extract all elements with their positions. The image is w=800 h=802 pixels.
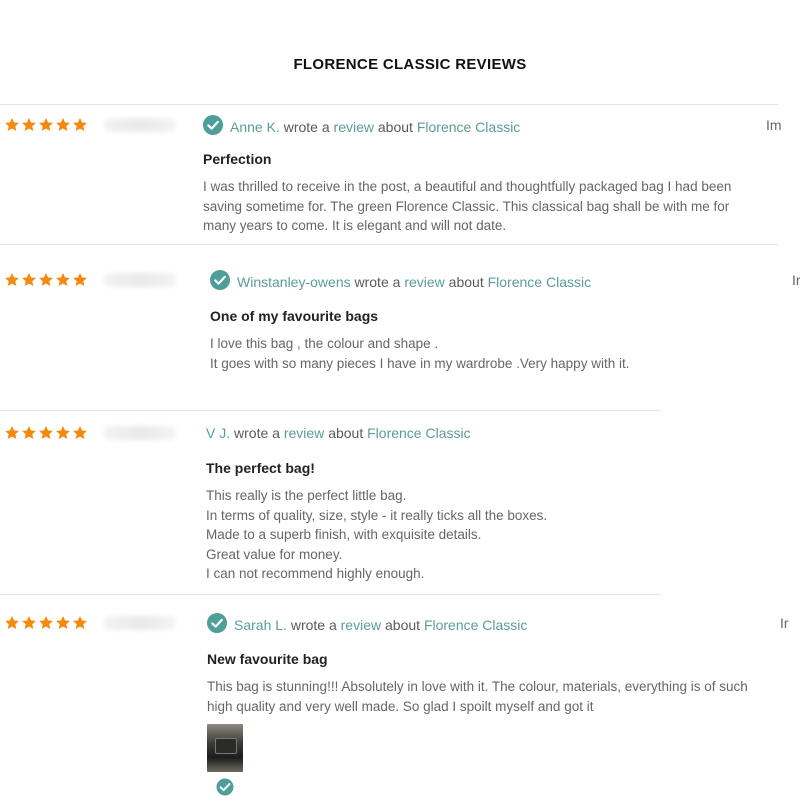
review-body: I love this bag , the colour and shape .… [210, 334, 629, 373]
truncated-text: Ir [792, 272, 800, 288]
review-header: Sarah L. wrote a review about Florence C… [207, 613, 527, 636]
review-body-line: many years to come. It is elegant and wi… [203, 218, 507, 233]
star-icon [56, 273, 70, 286]
star-icon [56, 616, 70, 629]
star-rating [4, 425, 88, 441]
star-icon [5, 273, 19, 286]
review-link[interactable]: review [334, 119, 374, 135]
about-text: about [328, 425, 364, 441]
star-icon [22, 118, 36, 131]
verified-check-icon [207, 613, 227, 636]
star-icon [73, 273, 87, 286]
wrote-text: wrote a [234, 425, 280, 441]
product-link[interactable]: Florence Classic [488, 274, 591, 290]
star-icon [73, 616, 87, 629]
wrote-text: wrote a [354, 273, 401, 290]
reviewer-name-link[interactable]: Anne K. [230, 119, 280, 135]
page-title: FLORENCE CLASSIC REVIEWS [293, 56, 527, 73]
truncated-text: Ir [780, 615, 789, 631]
wrote-text: wrote a [283, 118, 330, 135]
divider [0, 104, 778, 105]
star-icon [22, 616, 36, 629]
review-body-line: Great value for money. [206, 546, 343, 562]
star-icon [39, 118, 53, 131]
review-body-line: It goes with so many pieces I have in my… [210, 355, 630, 371]
about-text: about [448, 273, 484, 290]
review-body-line: saving sometime for. The green Florence … [203, 198, 730, 214]
review-title: Perfection [203, 151, 272, 167]
review-body: I was thrilled to receive in the post, a… [203, 177, 731, 236]
star-icon [56, 426, 70, 439]
star-icon [73, 118, 87, 131]
review-body-line: I love this bag , the colour and shape . [210, 336, 439, 351]
review-header: Anne K. wrote a review about Florence Cl… [203, 115, 520, 138]
verified-check-icon [210, 270, 230, 293]
review-body-line: high quality and very well made. So glad… [207, 698, 594, 714]
star-icon [5, 426, 19, 439]
reviewer-name-link[interactable]: V J. [206, 425, 230, 441]
wrote-text: wrote a [290, 616, 337, 633]
blurred-date [104, 616, 176, 630]
blurred-date [104, 426, 176, 440]
review-title: New favourite bag [207, 651, 328, 667]
star-rating [4, 272, 88, 288]
review-title: The perfect bag! [206, 460, 315, 476]
review-body-line: I was thrilled to receive in the post, a… [203, 179, 732, 194]
star-icon [39, 273, 53, 286]
blurred-date [104, 118, 176, 132]
review-body-line: This bag is stunning!!! Absolutely in lo… [207, 679, 748, 694]
about-text: about [385, 616, 421, 633]
verified-check-icon [203, 115, 223, 138]
divider [0, 594, 660, 595]
review-body-line: Made to a superb finish, with exquisite … [206, 527, 482, 542]
review-title: One of my favourite bags [210, 308, 379, 324]
review-photo-thumbnail[interactable] [207, 724, 243, 772]
product-link[interactable]: Florence Classic [367, 425, 470, 441]
star-icon [5, 616, 19, 629]
star-icon [39, 426, 53, 439]
product-link[interactable]: Florence Classic [417, 119, 520, 135]
divider [0, 410, 660, 411]
review-body-line: I can not recommend highly enough. [206, 566, 425, 581]
divider [0, 244, 778, 245]
star-icon [5, 118, 19, 131]
review-header: V J. wrote a review about Florence Class… [206, 425, 471, 441]
review-body: This bag is stunning!!! Absolutely in lo… [207, 677, 748, 716]
review-body: This really is the perfect little bag. I… [206, 486, 547, 584]
truncated-text: Im [766, 117, 782, 133]
reviewer-name-link[interactable]: Sarah L. [234, 617, 287, 633]
product-link[interactable]: Florence Classic [424, 617, 527, 633]
star-rating [4, 615, 88, 631]
star-icon [56, 118, 70, 131]
star-icon [73, 426, 87, 439]
review-body-line: In terms of quality, size, style - it re… [206, 507, 548, 523]
about-text: about [377, 118, 413, 135]
star-rating [4, 117, 88, 133]
review-link[interactable]: review [404, 274, 444, 290]
review-body-line: This really is the perfect little bag. [206, 488, 407, 503]
star-icon [22, 273, 36, 286]
review-header: Winstanley-owens wrote a review about Fl… [210, 270, 591, 293]
review-link[interactable]: review [341, 617, 381, 633]
star-icon [39, 616, 53, 629]
star-icon [22, 426, 36, 439]
blurred-date [104, 273, 176, 287]
reviewer-name-link[interactable]: Winstanley-owens [237, 274, 351, 290]
verified-check-icon [215, 777, 235, 802]
review-link[interactable]: review [284, 425, 324, 441]
